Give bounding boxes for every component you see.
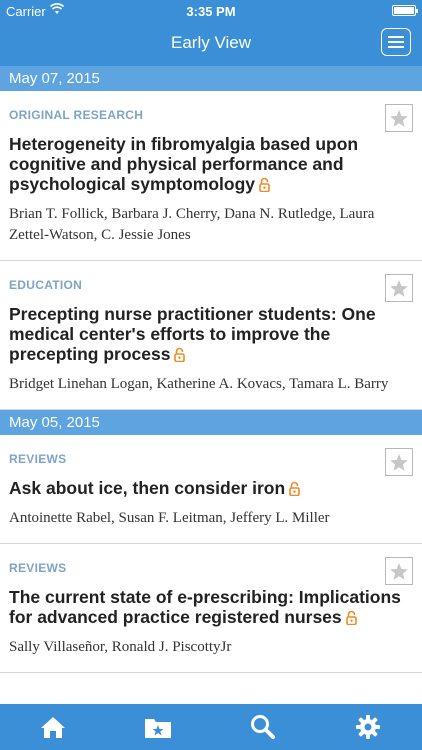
favorite-star-button[interactable] — [385, 448, 413, 476]
tab-home[interactable] — [0, 704, 105, 750]
article-title-block[interactable]: Ask about ice, then consider iron — [9, 478, 414, 500]
article-item[interactable]: REVIEWS The current state of e-prescribin… — [0, 544, 422, 673]
article-authors: Bridget Linehan Logan, Katherine A. Kova… — [9, 376, 389, 392]
article-authors: Sally Villaseñor, Ronald J. PiscottyJr — [9, 639, 232, 655]
tab-settings[interactable] — [315, 704, 420, 750]
article-title[interactable]: Precepting nurse practitioner students: … — [9, 304, 376, 364]
article-category: REVIEWS — [9, 561, 67, 575]
home-icon — [40, 717, 65, 738]
date-header: May 07, 2015 — [0, 66, 422, 91]
article-item[interactable]: ORIGINAL RESEARCH Heterogeneity in fibrom… — [0, 91, 422, 261]
favorite-star-button[interactable] — [385, 274, 413, 302]
page-title: Early View — [171, 33, 251, 52]
open-access-lock-icon — [174, 346, 186, 366]
status-bar: Carrier 3:35 PM — [0, 0, 422, 22]
article-title-block[interactable]: The current state of e-prescribing: Impl… — [9, 587, 414, 629]
hamburger-menu-button[interactable] — [381, 28, 411, 56]
article-title-block[interactable]: Heterogeneity in fibromyalgia based upon… — [9, 134, 414, 196]
status-time: 3:35 PM — [186, 4, 236, 19]
article-authors: Brian T. Follick, Barbara J. Cherry, Dan… — [9, 206, 375, 243]
favorite-star-button[interactable] — [385, 557, 413, 585]
open-access-lock-icon — [345, 609, 357, 629]
tab-bar — [0, 704, 422, 750]
star-icon — [389, 453, 409, 472]
star-icon — [389, 109, 409, 128]
star-icon — [389, 562, 409, 581]
open-access-lock-icon — [289, 480, 300, 500]
star-icon — [389, 279, 409, 298]
article-item[interactable]: EDUCATION Precepting nurse practitioner s… — [0, 261, 422, 410]
article-title[interactable]: The current state of e-prescribing: Impl… — [9, 587, 401, 627]
open-access-lock-icon — [259, 176, 270, 196]
battery-icon — [392, 5, 418, 16]
settings-gear-icon — [355, 715, 380, 739]
tab-saved[interactable] — [105, 704, 210, 750]
article-category: EDUCATION — [9, 278, 83, 292]
article-authors: Antoinette Rabel, Susan F. Leitman, Jeff… — [9, 510, 330, 526]
article-category: ORIGINAL RESEARCH — [9, 108, 144, 122]
article-title[interactable]: Ask about ice, then consider iron — [9, 478, 285, 498]
article-title-block[interactable]: Precepting nurse practitioner students: … — [9, 304, 414, 366]
search-icon — [250, 715, 275, 739]
article-category: REVIEWS — [9, 452, 67, 466]
article-list[interactable]: May 07, 2015 ORIGINAL RESEARCH Heterogenei… — [0, 66, 422, 704]
saved-folder-icon — [144, 719, 171, 738]
top-bar: Carrier 3:35 PM Early View — [0, 0, 422, 66]
tab-search[interactable] — [210, 704, 315, 750]
article-item[interactable]: REVIEWS Ask about ice, then consider iron… — [0, 435, 422, 544]
favorite-star-button[interactable] — [385, 104, 413, 132]
article-title[interactable]: Heterogeneity in fibromyalgia based upon… — [9, 134, 358, 194]
date-header: May 05, 2015 — [0, 410, 422, 435]
